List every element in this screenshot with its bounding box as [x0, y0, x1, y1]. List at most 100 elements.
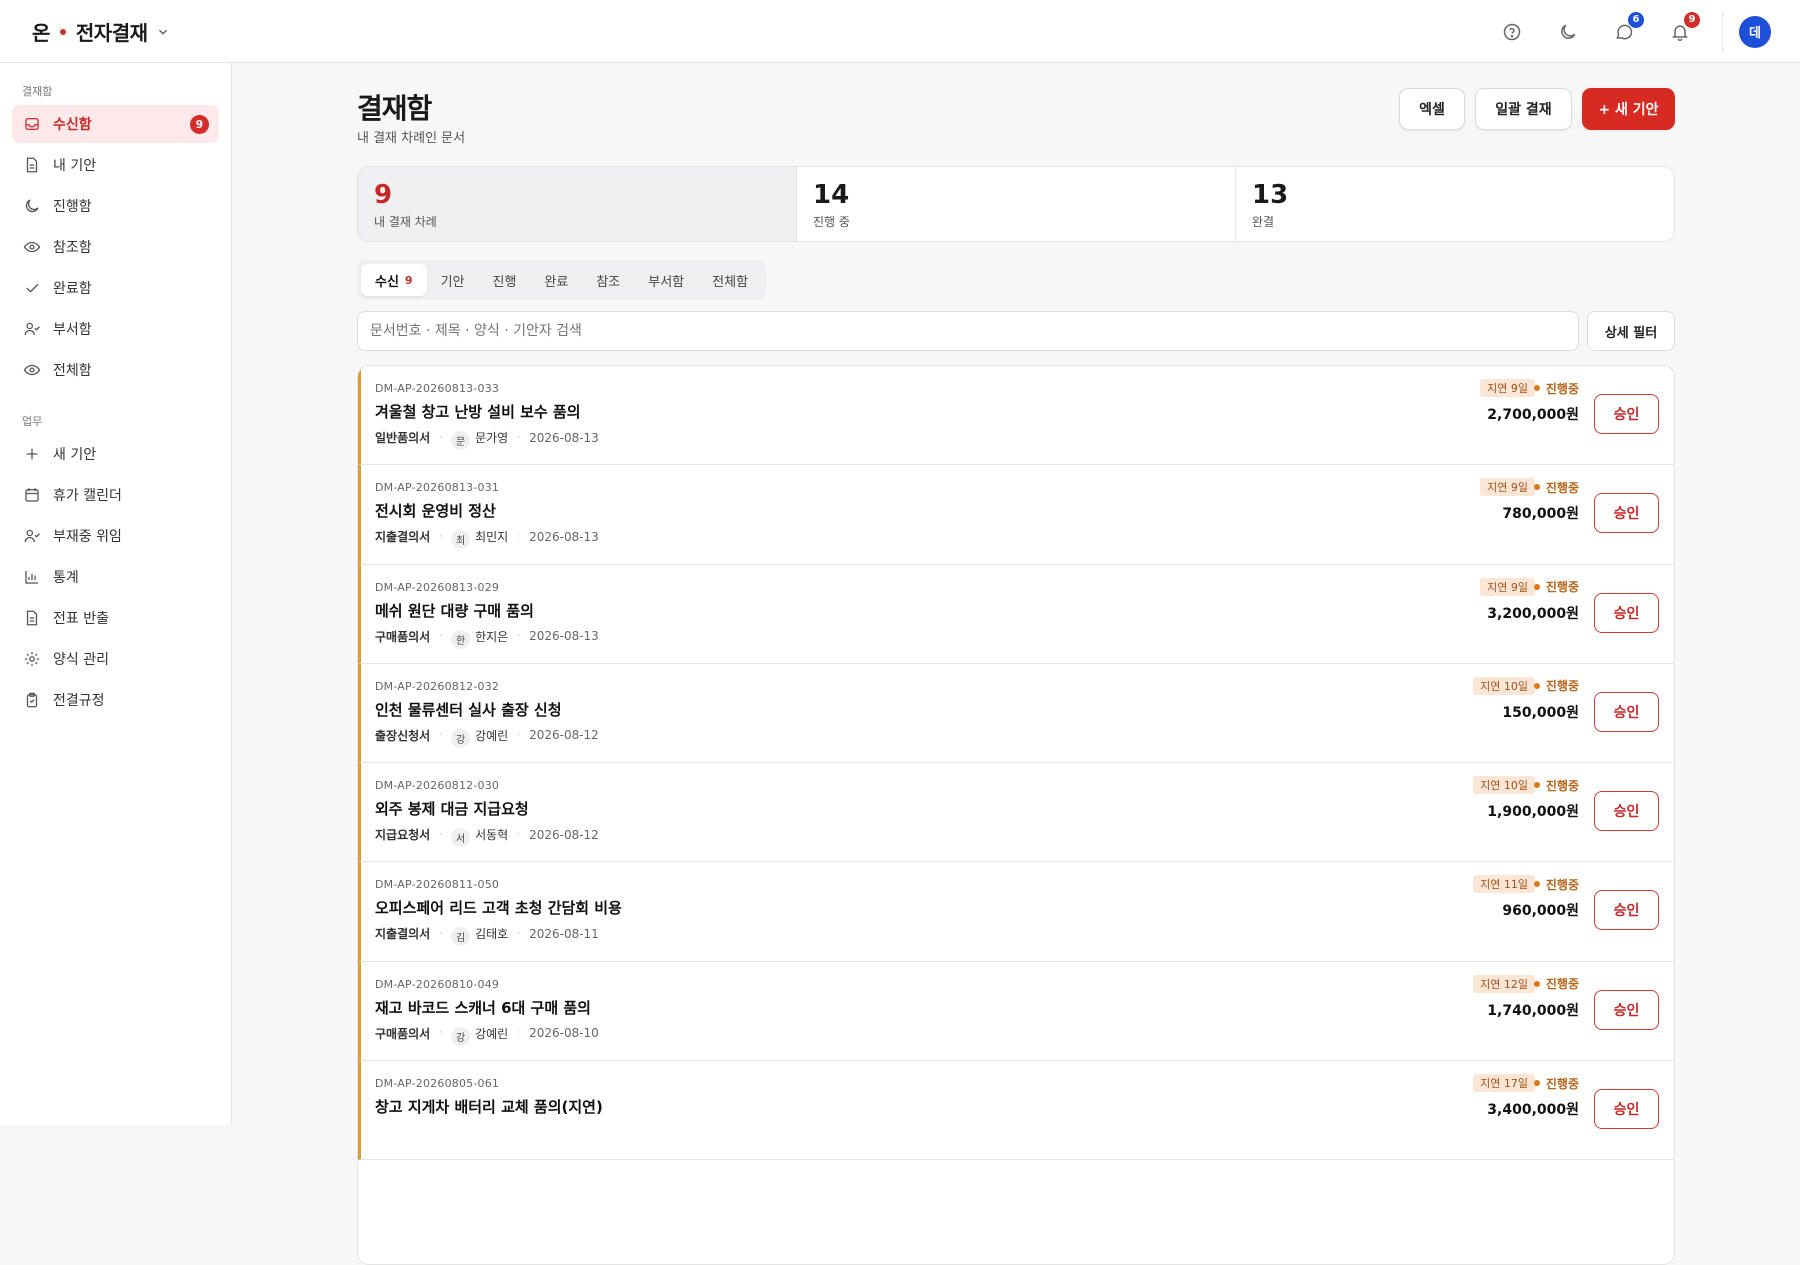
stat-in-progress[interactable]: 14 진행 중: [797, 167, 1236, 241]
sidebar-item-my-drafts[interactable]: 내 기안: [12, 146, 219, 184]
search-input[interactable]: [357, 311, 1579, 351]
separator: ·: [439, 1028, 443, 1039]
sidebar-item-voucher-export[interactable]: 전표 반출: [12, 599, 219, 637]
help-button[interactable]: [1498, 18, 1526, 46]
dark-mode-toggle[interactable]: [1554, 18, 1582, 46]
gear-icon: [24, 651, 40, 667]
status-text: 진행중: [1545, 480, 1579, 495]
table-row[interactable]: DM-AP-20260811-050 오피스페어 리드 고객 초청 간담회 비용…: [358, 862, 1674, 962]
sidebar-item-reference[interactable]: 참조함: [12, 228, 219, 266]
status-dot-icon: [1533, 682, 1540, 689]
separator: ·: [439, 730, 443, 741]
approve-button[interactable]: 승인: [1594, 394, 1659, 434]
separator: ·: [517, 1028, 521, 1039]
help-icon: [1503, 23, 1521, 40]
sidebar-item-label: 수신함: [53, 117, 92, 133]
document-number: DM-AP-20260813-029: [375, 580, 500, 594]
draft-date: 2026-08-13: [529, 430, 599, 445]
approve-button[interactable]: 승인: [1594, 890, 1659, 931]
stat-completed[interactable]: 13 완결: [1236, 167, 1674, 241]
table-row[interactable]: DM-AP-20260812-032 인천 물류센터 실사 출장 신청 출장신청…: [358, 663, 1674, 764]
sidebar: 결재함 수신함 9 내 기안 진행함 참조함 완료함 부서함 전체함 업무 새 …: [0, 63, 232, 1125]
delay-badge: 지연 11일: [1473, 875, 1535, 894]
row-meta: 지출결의서 · 김 김태호 · 2026-08-11: [375, 924, 599, 947]
table-row[interactable]: DM-AP-20260813-031 전시회 운영비 정산 지출결의서 · 최 …: [358, 465, 1674, 565]
user-avatar[interactable]: 데: [1739, 15, 1771, 48]
document-number: DM-AP-20260813-031: [375, 481, 500, 495]
approve-button[interactable]: 승인: [1594, 493, 1659, 534]
status-text: 진행중: [1545, 679, 1579, 694]
sidebar-item-in-progress[interactable]: 진행함: [12, 187, 219, 225]
table-row[interactable]: DM-AP-20260805-061 창고 지게차 배터리 교체 품의(지연) …: [358, 1061, 1674, 1161]
separator: ·: [517, 829, 521, 840]
document-title[interactable]: 재고 바코드 스캐너 6대 구매 품의: [375, 997, 591, 1018]
avatar: 김: [451, 927, 471, 947]
sidebar-item-delegation[interactable]: 부재중 위임: [12, 517, 219, 555]
document-icon: [26, 610, 38, 626]
delay-badge: 지연 9일: [1480, 379, 1535, 397]
row-meta: 일반품의서 · 문 문가영 · 2026-08-13: [375, 428, 599, 450]
bulk-approve-button[interactable]: 일괄 결재: [1475, 88, 1572, 130]
table-row[interactable]: DM-AP-20260813-033 겨울철 창고 난방 설비 보수 품의 일반…: [358, 366, 1674, 466]
tab-progress[interactable]: 진행: [479, 264, 531, 296]
approve-button[interactable]: 승인: [1594, 592, 1659, 633]
document-title[interactable]: 오피스페어 리드 고객 초청 간담회 비용: [375, 897, 622, 918]
tab-received[interactable]: 수신 9: [361, 264, 427, 296]
status-dot-icon: [1533, 484, 1540, 491]
tab-drafts[interactable]: 기안: [427, 264, 479, 296]
sidebar-item-new-draft[interactable]: 새 기안: [12, 435, 219, 473]
row-meta: 구매품의서 · 한 한지은 · 2026-08-13: [375, 627, 599, 649]
table-row[interactable]: DM-AP-20260812-030 외주 봉제 대금 지급요청 지급요청서 ·…: [358, 763, 1674, 863]
clipboard-icon: [26, 692, 38, 708]
table-row[interactable]: DM-AP-20260810-049 재고 바코드 스캐너 6대 구매 품의 구…: [358, 961, 1674, 1062]
new-draft-button[interactable]: + 새 기안: [1582, 88, 1675, 130]
messages-button[interactable]: 6: [1610, 11, 1644, 46]
document-title[interactable]: 겨울철 창고 난방 설비 보수 품의: [375, 401, 581, 422]
sidebar-item-form-management[interactable]: 양식 관리: [12, 640, 219, 678]
tab-department[interactable]: 부서함: [634, 264, 698, 296]
form-type: 구매품의서: [375, 629, 431, 644]
bar-chart-icon: [25, 571, 38, 584]
stat-value: 13: [1252, 180, 1289, 210]
amount: 1,900,000원: [1487, 804, 1579, 821]
excel-button[interactable]: 엑셀: [1399, 88, 1465, 130]
approve-button[interactable]: 승인: [1594, 1089, 1659, 1130]
approve-button[interactable]: 승인: [1594, 791, 1659, 832]
sidebar-item-delegation-rules[interactable]: 전결규정: [12, 681, 219, 719]
document-title[interactable]: 인천 물류센터 실사 출장 신청: [375, 699, 562, 720]
separator: ·: [439, 928, 443, 939]
delay-badge: 지연 12일: [1473, 974, 1535, 993]
approve-button[interactable]: 승인: [1594, 989, 1659, 1030]
approve-button[interactable]: 승인: [1594, 691, 1659, 732]
status-badge: 진행중: [1533, 1074, 1579, 1092]
sidebar-item-statistics[interactable]: 통계: [12, 558, 219, 596]
inbox-count-badge: 9: [190, 114, 209, 134]
document-title[interactable]: 외주 봉제 대금 지급요청: [375, 798, 529, 819]
document-number: DM-AP-20260812-030: [375, 779, 500, 793]
amount: 780,000원: [1502, 506, 1579, 523]
table-row[interactable]: DM-AP-20260813-029 메쉬 원단 대량 구매 품의 구매품의서 …: [358, 564, 1674, 664]
drafter-name: 한지은: [475, 629, 509, 644]
user-check-icon: [24, 529, 40, 543]
tab-reference[interactable]: 참조: [582, 264, 634, 296]
app-brand[interactable]: 온 전자결재: [32, 0, 170, 63]
document-title[interactable]: 창고 지게차 배터리 교체 품의(지연): [375, 1096, 603, 1117]
sidebar-item-completed[interactable]: 완료함: [12, 269, 219, 307]
document-title[interactable]: 전시회 운영비 정산: [375, 500, 496, 521]
form-type: 지급요청서: [375, 828, 431, 843]
tab-completed[interactable]: 완료: [530, 264, 582, 296]
sidebar-item-inbox[interactable]: 수신함 9: [12, 105, 219, 143]
tab-all[interactable]: 전체함: [698, 264, 762, 296]
messages-badge: 6: [1628, 11, 1644, 28]
sidebar-item-vacation-calendar[interactable]: 휴가 캘린더: [12, 476, 219, 514]
row-meta: 지출결의서 · 최 최민지 · 2026-08-13: [375, 527, 599, 550]
document-title[interactable]: 메쉬 원단 대량 구매 품의: [375, 600, 534, 621]
sidebar-item-department[interactable]: 부서함: [12, 310, 219, 348]
drafter-name: 강예린: [475, 728, 509, 743]
stat-my-turn[interactable]: 9 내 결재 차례: [358, 167, 797, 241]
notifications-button[interactable]: 9: [1666, 11, 1700, 46]
detail-filter-button[interactable]: 상세 필터: [1587, 311, 1675, 351]
sidebar-item-all[interactable]: 전체함: [12, 351, 219, 389]
separator: ·: [439, 829, 443, 840]
form-type: 지출결의서: [375, 927, 431, 942]
